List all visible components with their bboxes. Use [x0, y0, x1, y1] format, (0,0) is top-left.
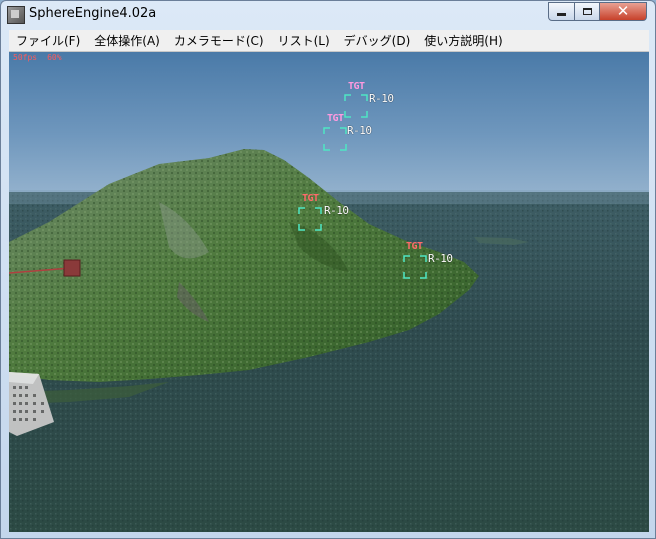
3d-viewport[interactable]: 50fps 60% TGT R-10 TGT R-10 TGT R-10 TGT …: [9, 52, 649, 532]
app-window: SphereEngine4.02a ✕ ファイル(F) 全体操作(A) カメラモ…: [0, 0, 656, 539]
target-tag: TGT: [327, 113, 344, 124]
maximize-button[interactable]: [574, 2, 600, 21]
menu-debug[interactable]: デバッグ(D): [337, 31, 418, 51]
target-tag: TGT: [406, 241, 423, 252]
minimize-icon: [557, 13, 566, 16]
performance-stats: 50fps 60%: [13, 53, 72, 62]
app-icon[interactable]: [7, 6, 25, 24]
menu-bar: ファイル(F) 全体操作(A) カメラモード(C) リスト(L) デバッグ(D)…: [9, 30, 649, 52]
target-range: R-10: [347, 124, 372, 137]
target-bracket-icon: [403, 255, 427, 279]
target-tag: TGT: [302, 193, 319, 204]
menu-global-control[interactable]: 全体操作(A): [87, 31, 167, 51]
target-bracket-icon: [344, 94, 368, 118]
target-range: R-10: [324, 204, 349, 217]
close-icon: ✕: [616, 2, 630, 20]
target-range: R-10: [428, 252, 453, 265]
scene-render: [9, 52, 649, 532]
title-bar[interactable]: SphereEngine4.02a ✕: [1, 1, 655, 29]
menu-file[interactable]: ファイル(F): [9, 31, 87, 51]
fps-readout: 50fps: [13, 53, 38, 62]
load-readout: 60%: [47, 53, 62, 62]
close-button[interactable]: ✕: [599, 2, 647, 21]
target-bracket-icon: [298, 207, 322, 231]
target-bracket-icon: [323, 127, 347, 151]
maximize-icon: [582, 8, 592, 15]
menu-list[interactable]: リスト(L): [271, 31, 337, 51]
minimize-button[interactable]: [548, 2, 575, 21]
target-tag: TGT: [348, 81, 365, 92]
menu-camera-mode[interactable]: カメラモード(C): [167, 31, 271, 51]
menu-help[interactable]: 使い方説明(H): [417, 31, 509, 51]
target-range: R-10: [369, 92, 394, 105]
window-title: SphereEngine4.02a: [29, 6, 157, 21]
